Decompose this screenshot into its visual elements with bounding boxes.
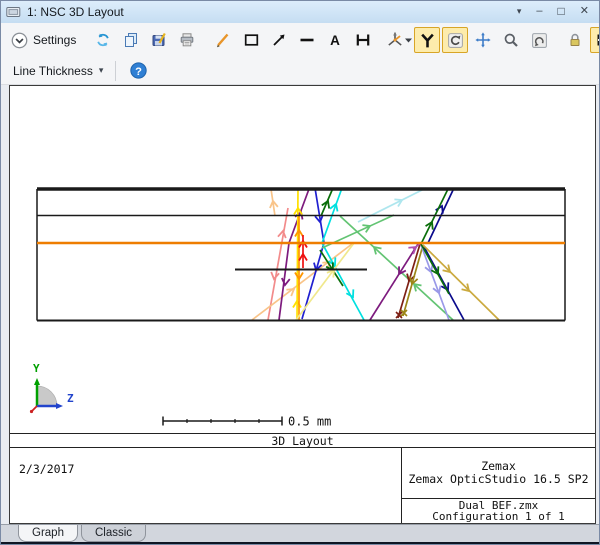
y-axis-view-icon	[419, 32, 436, 49]
window-title: 1: NSC 3D Layout	[27, 5, 124, 19]
toolbar-separator	[115, 61, 116, 81]
pan-view-icon	[475, 32, 491, 48]
window-menu-button[interactable]: ▾	[517, 1, 522, 22]
pan-view-icon[interactable]	[470, 27, 496, 53]
maximize-button[interactable]: □	[558, 1, 565, 22]
ray	[320, 250, 343, 286]
fit-window-button[interactable]	[590, 27, 600, 53]
reset-view-icon	[531, 32, 548, 49]
rotate-view-button[interactable]	[442, 27, 468, 53]
reset-view-icon[interactable]	[526, 27, 552, 53]
orientation-indicator-icon[interactable]	[386, 27, 412, 53]
y-axis-view-button[interactable]	[414, 27, 440, 53]
toolbar-main: Settings A	[1, 23, 599, 57]
plot-title-band: 3D Layout	[10, 433, 595, 448]
chevron-down-icon	[404, 33, 413, 47]
plot-title: 3D Layout	[271, 434, 333, 448]
ray	[268, 208, 288, 320]
arrow-tool-icon[interactable]	[266, 27, 292, 53]
settings-label: Settings	[33, 33, 76, 47]
line-thickness-label: Line Thickness	[13, 64, 93, 78]
title-bar[interactable]: 1: NSC 3D Layout	[1, 1, 599, 24]
ray-arrowhead	[281, 278, 290, 285]
nsc-3d-layout-window: 1: NSC 3D Layout ▾ – □ ✕ Settings A Line …	[0, 0, 600, 545]
window-controls: ▾ – □ ✕	[517, 1, 589, 22]
footer-configuration: Configuration 1 of 1	[432, 511, 564, 523]
dimension-tool-icon[interactable]	[350, 27, 376, 53]
z-axis-label: Z	[67, 392, 74, 405]
zoom-view-icon	[503, 32, 519, 48]
ray	[296, 243, 354, 320]
settings-button[interactable]: Settings	[6, 28, 81, 52]
line-thickness-button[interactable]: Line Thickness ▾	[9, 60, 107, 82]
layout-panel: 0.5 mmYZ 3D Layout 2/3/2017 Zemax Zemax …	[9, 85, 596, 524]
scale-bar-label: 0.5 mm	[288, 415, 331, 429]
ray	[279, 189, 309, 320]
scale-bar: 0.5 mm	[163, 415, 331, 429]
text-tool-icon[interactable]: A	[322, 27, 348, 53]
footer-file-cell: Dual BEF.zmx Configuration 1 of 1	[402, 499, 595, 523]
ray	[302, 188, 324, 319]
footer-product-cell: Zemax Zemax OpticStudio 16.5 SP2	[402, 448, 595, 499]
bottom-tab-bar: GraphClassic	[1, 524, 599, 542]
footer-product: Zemax OpticStudio 16.5 SP2	[408, 473, 588, 486]
layout-canvas[interactable]: 0.5 mmYZ	[10, 86, 595, 433]
ray	[403, 245, 423, 316]
info-footer: 2/3/2017 Zemax Zemax OpticStudio 16.5 SP…	[10, 448, 595, 523]
close-button[interactable]: ✕	[580, 1, 589, 22]
save-icon	[151, 32, 167, 48]
rays-group	[252, 188, 499, 320]
axis-triad: YZ	[30, 362, 74, 413]
ray	[358, 188, 426, 222]
print-icon[interactable]	[174, 27, 200, 53]
help-icon: ?	[130, 62, 147, 79]
svg-text:A: A	[330, 33, 340, 48]
minimize-button[interactable]: –	[536, 1, 542, 22]
zoom-view-icon[interactable]	[498, 27, 524, 53]
rectangle-tool-icon[interactable]	[238, 27, 264, 53]
save-icon[interactable]	[146, 27, 172, 53]
lock-icon[interactable]	[562, 27, 588, 53]
toolbar-secondary: Line Thickness ▾ ?	[1, 57, 599, 85]
y-axis-label: Y	[33, 362, 40, 375]
line-tool-icon[interactable]	[294, 27, 320, 53]
pencil-tool-icon	[215, 32, 231, 48]
rectangle-tool-icon	[243, 32, 260, 48]
pencil-tool-icon[interactable]	[210, 27, 236, 53]
svg-text:?: ?	[135, 66, 142, 78]
tab-classic[interactable]: Classic	[81, 525, 146, 542]
ray-arrowhead	[270, 272, 279, 280]
fit-window-icon	[595, 32, 600, 48]
ray	[421, 244, 449, 294]
chevron-down-circle-icon	[11, 32, 28, 49]
footer-date: 2/3/2017	[19, 462, 74, 476]
orientation-indicator-icon	[386, 31, 404, 49]
ray	[421, 189, 448, 244]
refresh-icon[interactable]	[90, 27, 116, 53]
copy-icon[interactable]	[118, 27, 144, 53]
dimension-tool-icon	[355, 32, 371, 48]
copy-icon	[123, 32, 139, 48]
refresh-icon	[95, 32, 111, 48]
line-tool-icon	[299, 32, 315, 48]
print-icon	[179, 32, 195, 48]
chevron-down-icon: ▾	[99, 65, 104, 76]
window-icon	[6, 5, 21, 19]
axis-arc	[37, 386, 57, 406]
z-axis-arrowhead	[56, 403, 63, 409]
footer-right-cell: Zemax Zemax OpticStudio 16.5 SP2 Dual BE…	[401, 448, 595, 523]
x-axis-dot	[30, 410, 33, 413]
help-button[interactable]: ?	[125, 58, 151, 84]
arrow-tool-icon	[271, 32, 287, 48]
tab-graph[interactable]: Graph	[18, 525, 78, 542]
rotate-view-icon	[447, 32, 464, 49]
text-tool-icon: A	[327, 32, 343, 48]
y-axis-arrowhead	[34, 378, 40, 385]
lock-icon	[567, 32, 583, 48]
